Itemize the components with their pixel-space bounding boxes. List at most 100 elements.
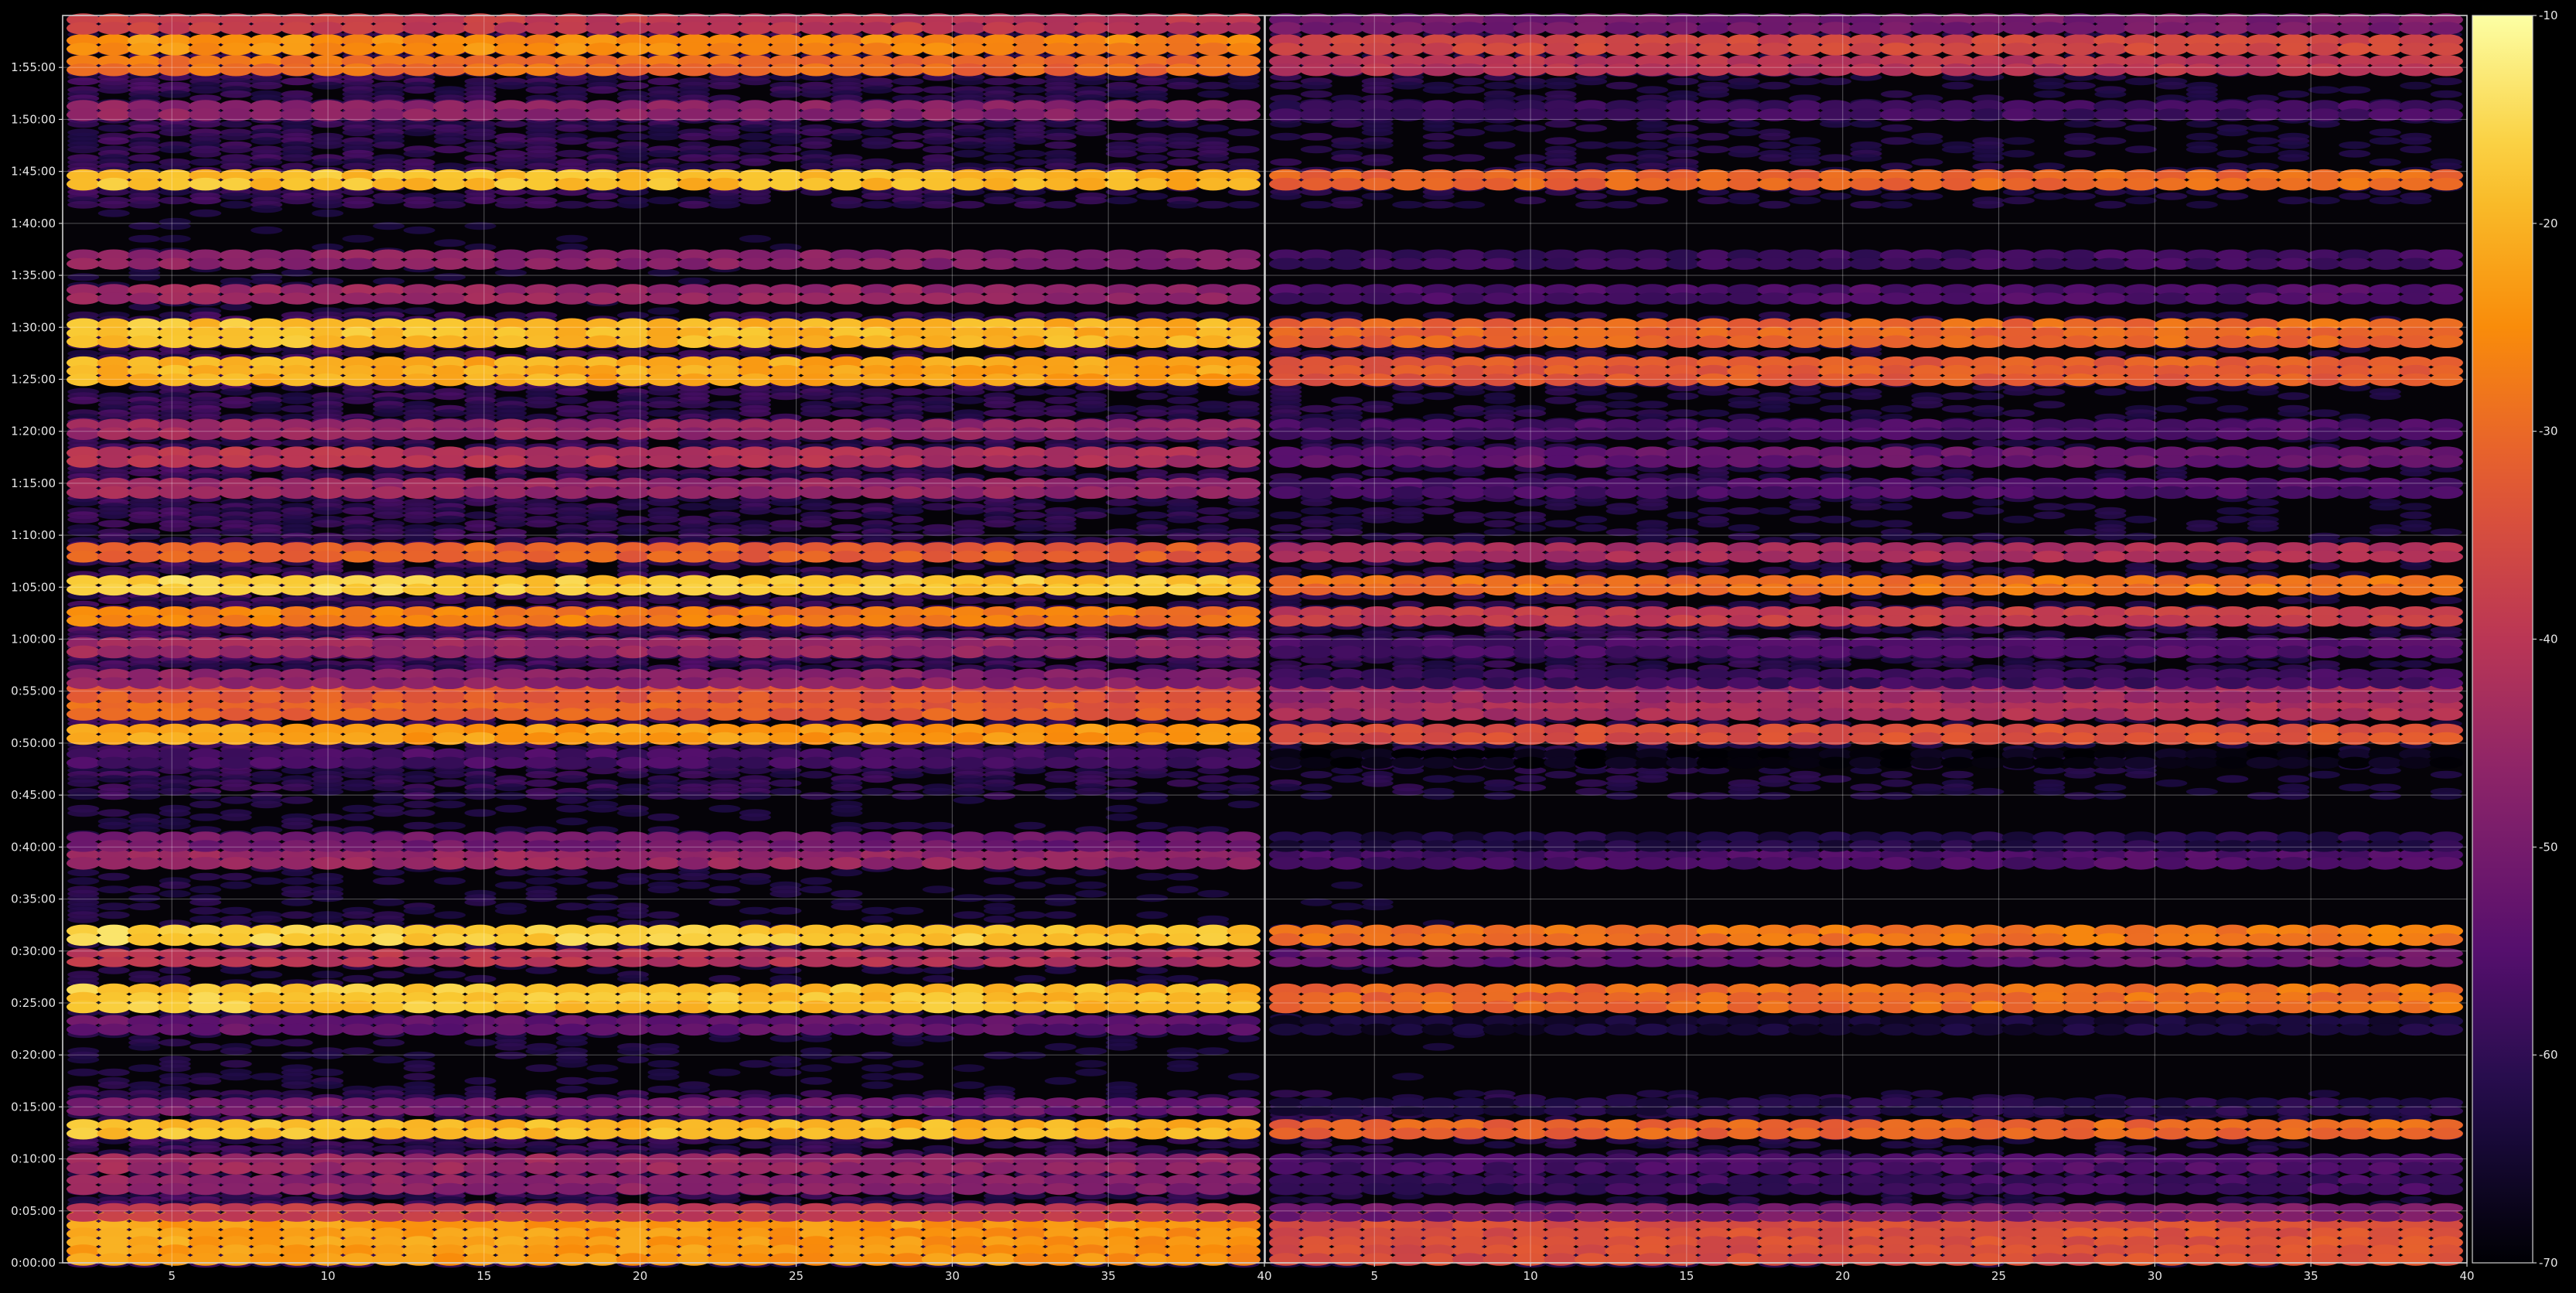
heatmap-cell [403,128,435,137]
heatmap-cell [647,307,680,316]
heatmap-cell [1014,200,1046,209]
heatmap-cell [739,77,771,86]
heatmap-cell [892,200,924,209]
heatmap-cell [97,809,130,817]
heatmap-cell [97,511,130,520]
heatmap-cell [251,877,283,885]
heatmap-cell [892,86,924,94]
heatmap-cell [342,1047,374,1056]
heatmap-cell [647,401,680,409]
heatmap-cell [525,966,558,974]
heatmap-cell [495,868,527,877]
heatmap-cell [1014,149,1046,158]
heatmap-cell [1197,792,1230,800]
heatmap-cell [281,1039,313,1047]
heatmap-cell [159,809,191,817]
heatmap-cell [1197,507,1230,515]
heatmap-cell [403,821,435,830]
heatmap-cell [495,141,527,149]
heatmap-cell [708,162,741,171]
heatmap-cell [1044,1042,1076,1051]
heatmap-cell [831,660,863,668]
heatmap-cell [281,404,313,413]
heatmap-cell [97,596,130,605]
heatmap-cell [922,145,954,154]
heatmap-cell [1014,660,1046,668]
heatmap-cell [647,911,680,919]
heatmap-cell [67,868,100,877]
heatmap-cell [251,205,283,213]
heatmap-cell [67,498,100,507]
heatmap-cell [1105,149,1138,158]
heatmap-cell [220,872,252,881]
heatmap-cell [128,154,161,162]
heatmap-cell [953,796,985,804]
heatmap-cell [128,894,161,902]
heatmap-cell [434,515,466,524]
heatmap-cell [769,787,802,796]
heatmap-cell [97,885,130,894]
heatmap-cell [586,1064,619,1073]
heatmap-cell [831,1056,863,1064]
heatmap-cell [403,86,435,94]
heatmap-cell [1136,154,1169,162]
heatmap-cell [586,894,619,902]
heatmap-cell [769,770,802,779]
heatmap-cell [525,877,558,885]
heatmap-cell [1166,200,1199,209]
heatmap-cell [1136,409,1169,418]
heatmap-cell [708,387,741,396]
heatmap-cell [128,469,161,477]
heatmap-cell [128,974,161,983]
heatmap-cell [1044,387,1076,396]
heatmap-cell [831,511,863,520]
heatmap-cell [708,132,741,141]
heatmap-cell [525,779,558,787]
heatmap-cell [67,145,100,154]
heatmap-cell [97,124,130,132]
heatmap-cell [1075,562,1107,571]
heatmap-cell [97,821,130,830]
heatmap-cell [342,770,374,779]
heatmap-cell [128,1042,161,1051]
heatmap-cell [800,520,832,528]
heatmap-cell [220,966,252,974]
heatmap-cell [220,90,252,98]
heatmap-cell [251,800,283,809]
heatmap-cell [189,1090,222,1098]
heatmap-cell [1166,158,1199,166]
heatmap-cell [159,90,191,98]
heatmap-cell [831,889,863,898]
heatmap-cell [1166,872,1199,881]
heatmap-cell [1105,1042,1138,1051]
heatmap-cell [495,783,527,792]
heatmap-cell [1197,404,1230,413]
heatmap-cell [769,630,802,639]
heatmap-cell [1136,966,1169,974]
heatmap-cell [1227,1034,1260,1042]
heatmap-cell [831,524,863,532]
heatmap-cell [769,154,802,162]
heatmap-cell [1014,511,1046,520]
heatmap-cell [708,660,741,668]
heatmap-cell [342,350,374,358]
heatmap-cell [556,396,589,404]
heatmap-cell [647,1073,680,1081]
heatmap-cell [586,124,619,132]
heatmap-cell [708,81,741,90]
heatmap-cell [189,792,222,800]
heatmap-cell [892,162,924,171]
heatmap-cell [251,404,283,413]
heatmap-cell [495,792,527,800]
heatmap-panel-1: 5 10 15 20 25 30 35 40 [62,13,1272,1283]
heatmap-cell [373,796,405,804]
heatmap-cell [189,196,222,205]
heatmap-cell [97,1081,130,1090]
heatmap-cell [464,196,496,205]
heatmap-cell [647,132,680,141]
heatmap-cell [769,90,802,98]
heatmap-cell [556,1076,589,1085]
heatmap-cell [922,404,954,413]
heatmap-cell [281,911,313,919]
heatmap-cell [1227,511,1260,520]
